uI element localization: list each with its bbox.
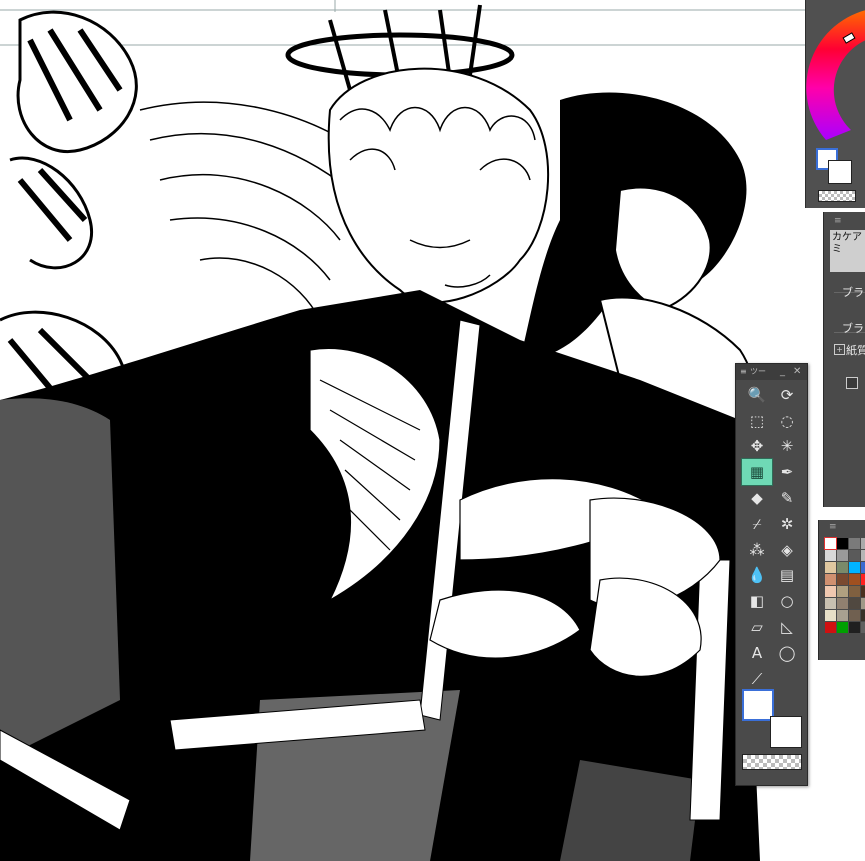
move-tool-icon[interactable]: ✥ — [742, 434, 772, 460]
correct-line-tool-icon[interactable]: ⟋ — [742, 666, 772, 692]
color-chip[interactable] — [861, 610, 865, 621]
sub-color-swatch[interactable] — [770, 716, 802, 748]
color-chip[interactable] — [849, 562, 860, 573]
color-chip[interactable] — [825, 622, 836, 633]
auto-select-tool-icon[interactable]: ✳ — [772, 434, 802, 460]
color-chip[interactable] — [837, 562, 848, 573]
color-chip[interactable] — [861, 562, 865, 573]
ruler-tool-icon[interactable]: ◺ — [772, 614, 802, 640]
color-chip[interactable] — [825, 550, 836, 561]
transparent-color-chip[interactable] — [742, 754, 802, 770]
color-chip[interactable] — [825, 610, 836, 621]
color-chip[interactable] — [849, 586, 860, 597]
color-chip[interactable] — [849, 550, 860, 561]
transparent-color-chip[interactable] — [818, 190, 856, 202]
brush-setting-row-2[interactable]: ブラ — [842, 320, 864, 336]
grid-tool-icon[interactable]: ▤ — [772, 563, 802, 589]
pen-tool-icon[interactable]: ✒ — [772, 459, 802, 485]
tool-grid: 🔍 ⟳ ⬚ ◌ ✥ ✳ ▦ ✒ ◆ ✎ ⌿ ✲ ⁂ ◈ 💧 ▤ ◧ ○ ▱ ◺ A ◯ ⟋ — [741, 382, 802, 692]
zoom-tool-icon[interactable]: 🔍 — [742, 382, 772, 408]
color-chip[interactable] — [825, 598, 836, 609]
frame-tool-icon[interactable]: ▱ — [742, 614, 772, 640]
balloon-tool-icon[interactable]: ◯ — [772, 640, 802, 666]
color-chip[interactable] — [825, 574, 836, 585]
color-chip[interactable] — [849, 574, 860, 585]
color-wheel-panel — [805, 0, 865, 208]
eraser-tool-icon[interactable]: ◆ — [742, 485, 772, 511]
color-chip[interactable] — [837, 538, 848, 549]
lasso-select-tool-icon[interactable]: ◌ — [772, 408, 802, 434]
color-chip[interactable] — [861, 574, 865, 585]
expand-plus-icon[interactable]: + — [834, 344, 845, 355]
color-chip[interactable] — [861, 550, 865, 561]
decoration-tool-icon[interactable]: ✲ — [772, 511, 802, 537]
operation-tool-icon[interactable]: ⟳ — [772, 382, 802, 408]
color-chip[interactable] — [849, 610, 860, 621]
color-chip[interactable] — [837, 550, 848, 561]
close-button[interactable]: ✕ — [793, 364, 801, 380]
figure-tool-icon[interactable]: ○ — [772, 588, 802, 614]
screentone-tool-icon[interactable]: ▦ — [741, 458, 773, 487]
paper-texture-row[interactable]: 紙質 — [846, 342, 865, 358]
tool-palette-title: ツー — [750, 367, 766, 376]
color-chip[interactable] — [849, 538, 860, 549]
color-chip[interactable] — [837, 598, 848, 609]
color-chip[interactable] — [837, 622, 848, 633]
color-chip[interactable] — [824, 537, 837, 550]
color-set-panel: ≡ — [818, 520, 865, 660]
tool-palette: ≡ ツー _ ✕ 🔍 ⟳ ⬚ ◌ ✥ ✳ ▦ ✒ ◆ ✎ ⌿ ✲ ⁂ ◈ 💧 ▤ ◧ ○ ▱ ◺ A ◯ ⟋ — [735, 363, 808, 786]
brush-property-panel: ≡ カケアミ ブラ ブラ + 紙質 — [823, 212, 865, 507]
color-chip[interactable] — [837, 610, 848, 621]
color-chip[interactable] — [861, 598, 865, 609]
text-tool-icon[interactable]: A — [742, 640, 772, 666]
minimize-button[interactable]: _ — [780, 364, 785, 380]
pencil-tool-icon[interactable]: ✎ — [772, 485, 802, 511]
tool-palette-titlebar[interactable]: ≡ ツー _ ✕ — [736, 364, 807, 380]
panel-grip-icon[interactable]: ≡ — [834, 216, 842, 226]
color-set-grid — [824, 537, 865, 633]
sub-color-swatch[interactable] — [828, 160, 852, 184]
color-chip[interactable] — [861, 538, 865, 549]
eyedropper-tool-icon[interactable]: ⌿ — [742, 511, 772, 537]
blend-tool-icon[interactable]: 💧 — [742, 563, 772, 589]
brush-name-header[interactable]: カケアミ — [830, 230, 865, 272]
color-chip[interactable] — [837, 574, 848, 585]
fill-tool-icon[interactable]: ◈ — [772, 537, 802, 563]
brush-setting-row-1[interactable]: ブラ — [842, 284, 864, 300]
color-chip[interactable] — [861, 586, 865, 597]
color-chip[interactable] — [825, 562, 836, 573]
option-checkbox[interactable] — [846, 377, 858, 389]
color-chip[interactable] — [849, 622, 860, 633]
airbrush-tool-icon[interactable]: ⁂ — [742, 537, 772, 563]
color-chip[interactable] — [837, 586, 848, 597]
color-chip[interactable] — [825, 586, 836, 597]
color-chip[interactable] — [861, 622, 865, 633]
gradient-tool-icon[interactable]: ◧ — [742, 588, 772, 614]
panel-grip-icon[interactable]: ≡ — [740, 364, 747, 380]
panel-grip-icon[interactable]: ≡ — [829, 522, 837, 532]
object-tool-icon[interactable]: ⬚ — [742, 408, 772, 434]
color-chip[interactable] — [849, 598, 860, 609]
